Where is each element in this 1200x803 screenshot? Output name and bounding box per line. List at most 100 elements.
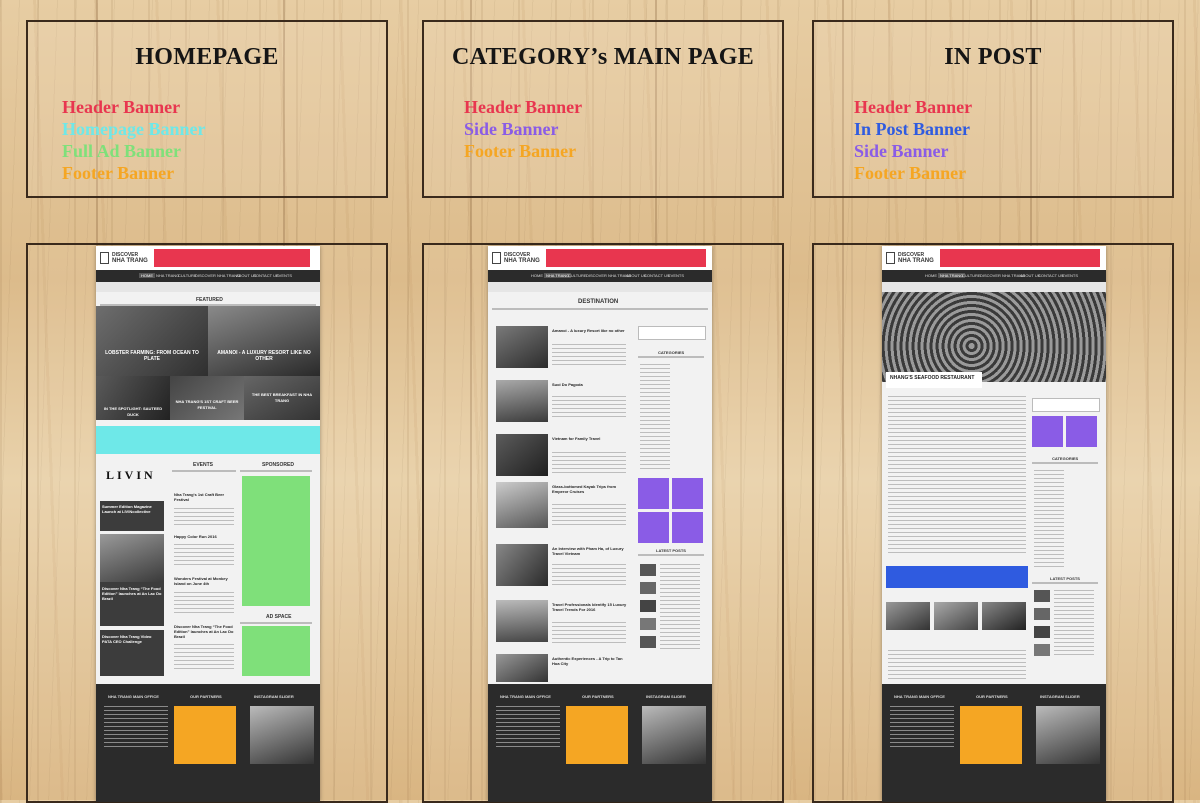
footer-banner[interactable] [174,706,236,764]
latest-titles[interactable] [1054,590,1094,658]
footer-text [496,706,560,750]
nav-item[interactable]: CULTURE [568,273,587,278]
site-logo[interactable]: DISCOVER NHA TRANG [886,250,938,266]
latest-thumb[interactable] [640,564,656,576]
latest-thumb[interactable] [640,636,656,648]
latest-thumb[interactable] [1034,590,1050,602]
latest-thumb[interactable] [1034,608,1050,620]
post-title[interactable]: Discover Nha Trang Video PATA CEO Challe… [102,634,162,644]
post-excerpt [552,452,626,476]
latest-thumb[interactable] [640,582,656,594]
post-title[interactable]: Suoi Do Pagoda [552,382,628,387]
instagram-image[interactable] [250,706,314,764]
full-ad-banner[interactable] [242,476,310,606]
latest-thumb[interactable] [640,618,656,630]
post-thumb[interactable] [496,654,548,682]
footer-text [104,706,168,750]
post-thumb[interactable] [496,544,548,586]
site-footer: NHA TRANG MAIN OFFICE OUR PARTNERS INSTA… [488,684,712,802]
latest-thumb[interactable] [1034,626,1050,638]
search-input[interactable] [1032,398,1100,412]
post-thumb[interactable] [496,380,548,422]
side-banner[interactable] [1032,416,1063,447]
nav-item[interactable]: NHA TRANG [156,273,179,278]
post-title[interactable]: Vietnam for Family Travel [552,436,628,441]
footer-banner[interactable] [960,706,1022,764]
instagram-image[interactable] [1036,706,1100,764]
nav-item[interactable]: CULTURE [178,273,197,278]
post-thumb[interactable] [496,600,548,642]
event-title[interactable]: Discover Nha Trang “The Food Edition” la… [174,624,238,639]
nav-item[interactable]: HOME [531,273,543,278]
header-banner[interactable] [546,249,706,267]
legend-title: HOMEPAGE [135,44,279,70]
feature-caption[interactable]: IN THE SPOTLIGHT: SAUTEED DUCK [98,406,168,418]
nav-item[interactable]: CULTURE [962,273,981,278]
full-ad-banner[interactable] [242,626,310,676]
post-title[interactable]: Summer Edition Magazine Launch at LIVINc… [102,504,162,514]
header-banner[interactable] [154,249,310,267]
latest-thumb[interactable] [640,600,656,612]
feature-image[interactable] [170,376,244,420]
category-list[interactable] [1034,470,1064,570]
nav-item[interactable]: CONTACT US [253,273,279,278]
legend-item: Full Ad Banner [62,141,182,161]
post-title[interactable]: Amanoi - A luxury Resort like no other [552,328,628,333]
nav-item[interactable]: DISCOVER NHA TRANG [980,273,1025,278]
side-banner[interactable] [672,512,703,543]
nav-item[interactable]: EVENTS [1062,273,1078,278]
header-banner[interactable] [940,249,1100,267]
legend-item: Homepage Banner [62,119,206,139]
nav-item[interactable]: HOME [139,273,155,278]
homepage-banner[interactable] [96,426,320,454]
nav-item[interactable]: EVENTS [668,273,684,278]
feature-image[interactable] [96,306,208,376]
event-title[interactable]: Happy Color Run 2016 [174,534,238,539]
post-title[interactable]: Discover Nha Trang “The Food Edition” la… [102,586,162,601]
search-input[interactable] [638,326,706,340]
feature-image[interactable] [208,306,320,376]
instagram-image[interactable] [642,706,706,764]
nav-item[interactable]: DISCOVER NHA TRANG [195,273,240,278]
post-image[interactable] [934,602,978,630]
post-title[interactable]: An Interview with Pham Ha, of Luxury Tra… [552,546,628,556]
livin-logo[interactable]: LIVIN [106,468,156,483]
footer-heading: NHA TRANG MAIN OFFICE [894,694,945,699]
event-title[interactable]: Nha Trang's 1st Craft Beer Festival [174,492,238,502]
site-logo[interactable]: DISCOVER NHA TRANG [100,250,152,266]
in-post-banner[interactable] [886,566,1028,588]
section-title: EVENTS [193,462,214,468]
nav-item[interactable]: CONTACT US [644,273,670,278]
post-excerpt [552,396,626,420]
post-title[interactable]: Authentic Experiences - A Trip to Tan Ho… [552,656,628,666]
latest-titles[interactable] [660,564,700,650]
nav-item[interactable]: HOME [925,273,937,278]
nav-item[interactable]: CONTACT US [1038,273,1064,278]
side-banner[interactable] [638,512,669,543]
post-thumb[interactable] [496,434,548,476]
page-title: DESTINATION [578,299,619,305]
feature-caption[interactable]: NHA TRANG'S 1ST CRAFT BEER FESTIVAL [172,399,242,411]
post-title[interactable]: Travel Professionals Identify 15 Luxury … [552,602,628,612]
post-title[interactable]: Glass-bottomed Kayak Trips from Emperor … [552,484,628,494]
side-banner[interactable] [638,478,669,509]
footer-banner[interactable] [566,706,628,764]
latest-thumb[interactable] [1034,644,1050,656]
nav-item[interactable]: EVENTS [276,273,292,278]
feature-caption[interactable]: LOBSTER FARMING: FROM OCEAN TO PLATE [100,350,204,362]
legend-item: Header Banner [854,97,973,117]
nav-item[interactable]: DISCOVER NHA TRANG [586,273,631,278]
feature-caption[interactable]: THE BEST BREAKFAST IN NHA TRANG [246,392,318,404]
feature-caption[interactable]: AMANOI - A LUXURY RESORT LIKE NO OTHER [212,350,316,362]
side-banner[interactable] [672,478,703,509]
post-image[interactable] [886,602,930,630]
post-thumb[interactable] [496,326,548,368]
post-image[interactable] [982,602,1026,630]
event-title[interactable]: Wonders Festival at Monkey Island on Jun… [174,576,238,586]
side-banner[interactable] [1066,416,1097,447]
event-excerpt [174,544,234,568]
post-image[interactable] [100,534,164,582]
site-logo[interactable]: DISCOVER NHA TRANG [492,250,544,266]
post-thumb[interactable] [496,482,548,528]
category-list[interactable] [640,364,670,472]
